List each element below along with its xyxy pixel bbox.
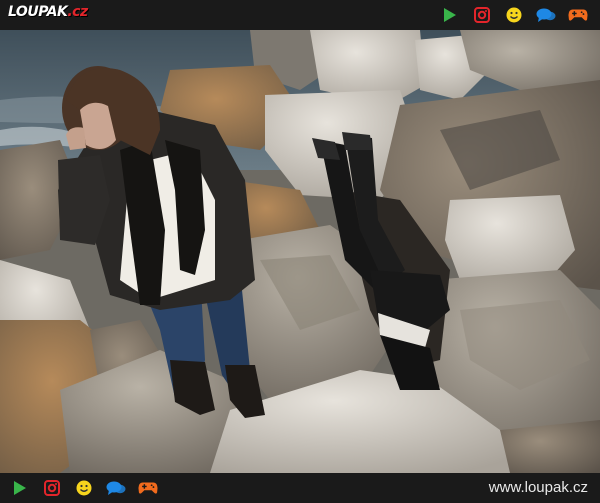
chat-icon[interactable] bbox=[536, 6, 556, 24]
chat-icon[interactable] bbox=[106, 479, 126, 497]
smiley-icon[interactable] bbox=[504, 6, 524, 24]
bottom-bar: www.loupak.cz bbox=[0, 473, 600, 503]
bottom-icon-group bbox=[10, 479, 158, 497]
site-url[interactable]: www.loupak.cz bbox=[489, 479, 588, 496]
play-icon[interactable] bbox=[440, 6, 460, 24]
logo-tld: .cz bbox=[67, 4, 88, 20]
play-icon[interactable] bbox=[10, 479, 30, 497]
site-logo[interactable]: LOUPAK.cz bbox=[8, 4, 88, 20]
smiley-icon[interactable] bbox=[74, 479, 94, 497]
instagram-icon[interactable] bbox=[472, 6, 492, 24]
logo-text: LOUPAK bbox=[8, 4, 68, 20]
top-bar: LOUPAK.cz bbox=[0, 0, 600, 30]
top-icon-group bbox=[440, 6, 588, 24]
gamepad-icon[interactable] bbox=[568, 6, 588, 24]
gamepad-icon[interactable] bbox=[138, 479, 158, 497]
instagram-icon[interactable] bbox=[42, 479, 62, 497]
main-photo bbox=[0, 30, 600, 473]
